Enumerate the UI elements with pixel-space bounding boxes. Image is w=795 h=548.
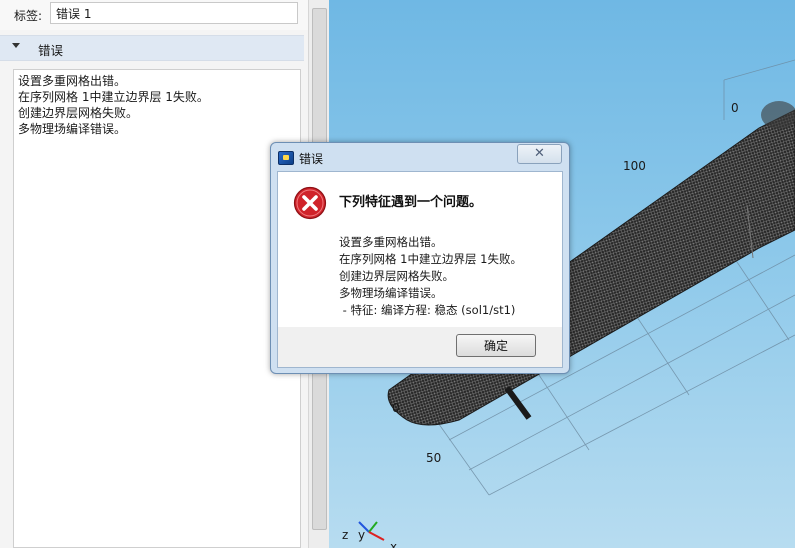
detail-line: 设置多重网格出错。	[339, 235, 443, 249]
dialog-footer: 确定	[278, 327, 562, 367]
detail-line: 多物理场编译错误。	[339, 286, 443, 300]
settings-panel: 标签: 错误 设置多重网格出错。 在序列网格 1中建立边界层 1失败。 创建边界…	[0, 0, 308, 548]
close-button[interactable]: ✕	[517, 144, 562, 164]
dialog-titlebar[interactable]: 错误 ✕	[271, 143, 569, 171]
message-line: 多物理场编译错误。	[18, 122, 127, 136]
chevron-down-icon[interactable]	[12, 43, 20, 48]
error-dialog: 错误 ✕ 下列特征遇到一个问题。 设置多重网格出错。 在序列网格 1中建立边界层…	[270, 142, 570, 374]
error-message-box[interactable]: 设置多重网格出错。 在序列网格 1中建立边界层 1失败。 创建边界层网格失败。 …	[13, 69, 301, 548]
detail-line: 在序列网格 1中建立边界层 1失败。	[339, 252, 522, 266]
error-icon	[293, 186, 327, 220]
tick-label: 100	[623, 159, 646, 173]
dialog-heading: 下列特征遇到一个问题。	[339, 195, 483, 210]
axis-triad: z y x	[342, 521, 397, 548]
message-line: 创建边界层网格失败。	[18, 106, 139, 120]
detail-line: - 特征: 编译方程: 稳态 (sol1/st1)	[339, 303, 516, 317]
axis-x-label: x	[390, 540, 397, 548]
detail-line: 创建边界层网格失败。	[339, 269, 454, 283]
tick-label: 50	[426, 451, 441, 465]
section-title: 错误	[38, 43, 64, 58]
axis-z-label: z	[342, 528, 348, 542]
axis-y-label: y	[358, 528, 365, 542]
message-line: 设置多重网格出错。	[18, 74, 127, 88]
tick-label: 0	[392, 401, 400, 415]
error-section-header[interactable]: 错误	[0, 35, 304, 61]
tick-label: 0	[731, 101, 739, 115]
dialog-title: 错误	[299, 152, 324, 166]
message-line: 在序列网格 1中建立边界层 1失败。	[18, 90, 209, 104]
dialog-body: 下列特征遇到一个问题。 设置多重网格出错。 在序列网格 1中建立边界层 1失败。…	[277, 171, 563, 368]
label-input[interactable]	[50, 2, 298, 24]
label-row: 标签:	[0, 0, 308, 30]
dialog-details: 设置多重网格出错。 在序列网格 1中建立边界层 1失败。 创建边界层网格失败。 …	[339, 234, 522, 319]
app-icon	[278, 151, 294, 165]
ok-button[interactable]: 确定	[456, 334, 536, 357]
label-caption: 标签:	[14, 9, 43, 23]
